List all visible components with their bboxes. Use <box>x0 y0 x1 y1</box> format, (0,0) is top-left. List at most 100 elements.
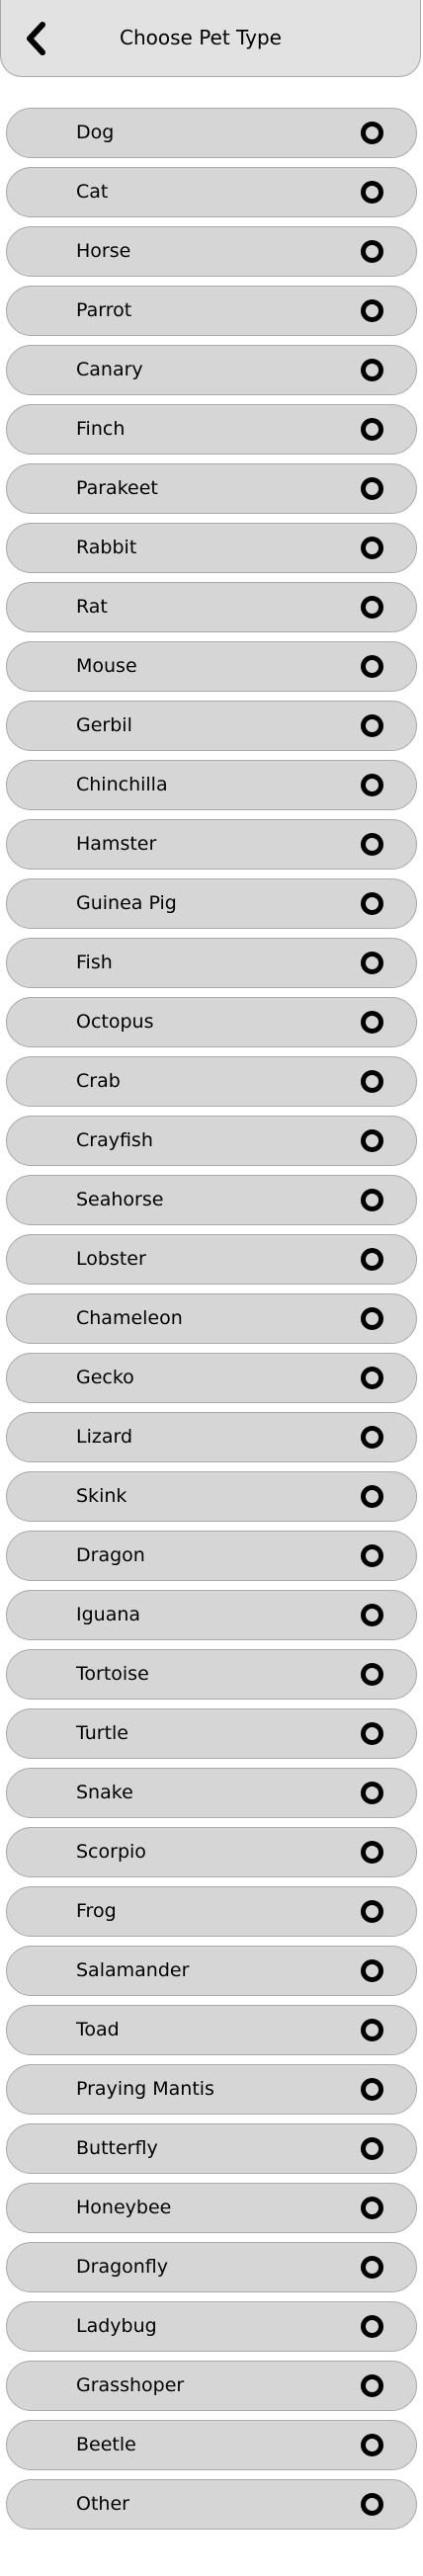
pet-option-snake[interactable]: Snake <box>6 1768 417 1818</box>
radio-button[interactable] <box>361 1189 383 1211</box>
pet-option-octopus[interactable]: Octopus <box>6 997 417 1047</box>
radio-button[interactable] <box>361 1485 383 1508</box>
pet-option-guinea-pig[interactable]: Guinea Pig <box>6 878 417 929</box>
pet-option-hamster[interactable]: Hamster <box>6 819 417 870</box>
radio-button[interactable] <box>361 596 383 619</box>
pet-option-label: Crayfish <box>76 1129 153 1151</box>
pet-option-scorpio[interactable]: Scorpio <box>6 1827 417 1877</box>
radio-button[interactable] <box>361 2256 383 2279</box>
chevron-left-icon <box>27 22 45 55</box>
radio-button[interactable] <box>361 1011 383 1034</box>
radio-button[interactable] <box>361 477 383 500</box>
pet-option-other[interactable]: Other <box>6 2479 417 2530</box>
radio-button[interactable] <box>361 2078 383 2101</box>
pet-option-label: Dragonfly <box>76 2256 169 2278</box>
radio-button[interactable] <box>361 1722 383 1745</box>
pet-option-label: Finch <box>76 418 126 440</box>
radio-button[interactable] <box>361 1782 383 1804</box>
radio-button[interactable] <box>361 892 383 915</box>
radio-button[interactable] <box>361 359 383 381</box>
radio-button[interactable] <box>361 1604 383 1626</box>
radio-button[interactable] <box>361 1959 383 1982</box>
pet-option-rabbit[interactable]: Rabbit <box>6 523 417 573</box>
pet-option-label: Lobster <box>76 1248 146 1270</box>
pet-option-chinchilla[interactable]: Chinchilla <box>6 760 417 810</box>
pet-option-canary[interactable]: Canary <box>6 345 417 395</box>
pet-option-label: Scorpio <box>76 1841 146 1863</box>
radio-button[interactable] <box>361 2019 383 2041</box>
pet-option-toad[interactable]: Toad <box>6 2005 417 2055</box>
radio-button[interactable] <box>361 774 383 796</box>
radio-button[interactable] <box>361 1129 383 1152</box>
pet-option-ladybug[interactable]: Ladybug <box>6 2301 417 2352</box>
radio-button[interactable] <box>361 714 383 737</box>
pet-option-chameleon[interactable]: Chameleon <box>6 1293 417 1344</box>
radio-button[interactable] <box>361 2197 383 2219</box>
pet-option-dragon[interactable]: Dragon <box>6 1531 417 1581</box>
pet-option-grasshoper[interactable]: Grasshoper <box>6 2361 417 2411</box>
radio-button[interactable] <box>361 418 383 441</box>
radio-button[interactable] <box>361 1248 383 1271</box>
radio-button[interactable] <box>361 952 383 974</box>
pet-option-label: Fish <box>76 952 113 973</box>
pet-option-butterfly[interactable]: Butterfly <box>6 2123 417 2174</box>
pet-option-crayfish[interactable]: Crayfish <box>6 1116 417 1166</box>
pet-option-parakeet[interactable]: Parakeet <box>6 463 417 514</box>
radio-button[interactable] <box>361 2137 383 2160</box>
pet-option-label: Octopus <box>76 1011 154 1033</box>
radio-button[interactable] <box>361 2374 383 2397</box>
radio-button[interactable] <box>361 181 383 204</box>
radio-button[interactable] <box>361 299 383 322</box>
pet-option-label: Ladybug <box>76 2315 157 2337</box>
pet-option-fish[interactable]: Fish <box>6 938 417 988</box>
radio-button[interactable] <box>361 1841 383 1864</box>
pet-option-beetle[interactable]: Beetle <box>6 2420 417 2470</box>
radio-button[interactable] <box>361 1070 383 1093</box>
pet-option-lizard[interactable]: Lizard <box>6 1412 417 1462</box>
pet-option-label: Dragon <box>76 1544 145 1566</box>
back-button[interactable] <box>19 18 52 59</box>
pet-option-frog[interactable]: Frog <box>6 1886 417 1937</box>
pet-option-dragonfly[interactable]: Dragonfly <box>6 2242 417 2292</box>
pet-option-horse[interactable]: Horse <box>6 226 417 277</box>
pet-option-parrot[interactable]: Parrot <box>6 286 417 336</box>
pet-option-gerbil[interactable]: Gerbil <box>6 701 417 751</box>
radio-button[interactable] <box>361 2493 383 2516</box>
pet-option-salamander[interactable]: Salamander <box>6 1946 417 1996</box>
radio-button[interactable] <box>361 833 383 856</box>
radio-button[interactable] <box>361 240 383 263</box>
pet-option-label: Guinea Pig <box>76 892 177 914</box>
pet-option-cat[interactable]: Cat <box>6 167 417 217</box>
pet-option-label: Horse <box>76 240 131 262</box>
radio-button[interactable] <box>361 2434 383 2456</box>
radio-button[interactable] <box>361 122 383 144</box>
pet-option-lobster[interactable]: Lobster <box>6 1234 417 1285</box>
pet-option-honeybee[interactable]: Honeybee <box>6 2183 417 2233</box>
radio-button[interactable] <box>361 1663 383 1686</box>
pet-option-finch[interactable]: Finch <box>6 404 417 455</box>
pet-option-dog[interactable]: Dog <box>6 108 417 158</box>
pet-option-turtle[interactable]: Turtle <box>6 1708 417 1759</box>
radio-button[interactable] <box>361 655 383 678</box>
radio-button[interactable] <box>361 1544 383 1567</box>
pet-option-tortoise[interactable]: Tortoise <box>6 1649 417 1700</box>
pet-option-label: Gerbil <box>76 714 132 736</box>
pet-option-praying-mantis[interactable]: Praying Mantis <box>6 2064 417 2115</box>
pet-option-gecko[interactable]: Gecko <box>6 1353 417 1403</box>
radio-button[interactable] <box>361 2315 383 2338</box>
pet-option-skink[interactable]: Skink <box>6 1471 417 1522</box>
radio-button[interactable] <box>361 537 383 559</box>
pet-option-iguana[interactable]: Iguana <box>6 1590 417 1640</box>
pet-option-mouse[interactable]: Mouse <box>6 641 417 692</box>
radio-button[interactable] <box>361 1900 383 1923</box>
pet-option-rat[interactable]: Rat <box>6 582 417 632</box>
pet-option-label: Other <box>76 2493 129 2515</box>
pet-option-label: Chameleon <box>76 1307 183 1329</box>
radio-button[interactable] <box>361 1367 383 1389</box>
pet-option-crab[interactable]: Crab <box>6 1056 417 1107</box>
radio-button[interactable] <box>361 1426 383 1449</box>
pet-option-label: Rat <box>76 596 108 618</box>
pet-option-seahorse[interactable]: Seahorse <box>6 1175 417 1225</box>
pet-option-label: Salamander <box>76 1959 190 1981</box>
radio-button[interactable] <box>361 1307 383 1330</box>
